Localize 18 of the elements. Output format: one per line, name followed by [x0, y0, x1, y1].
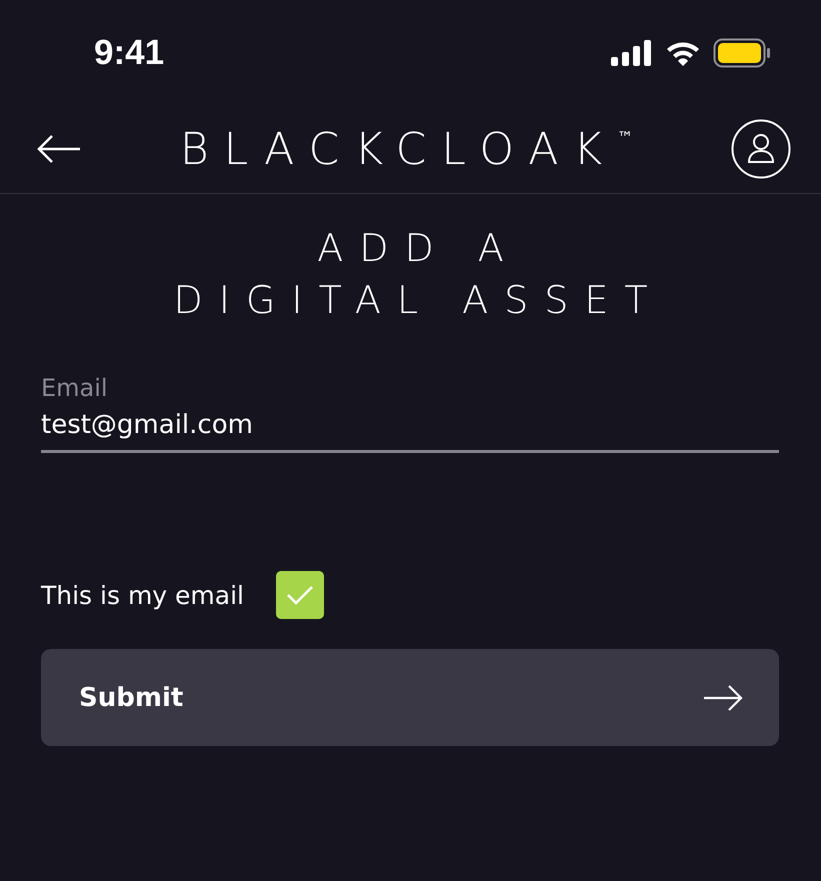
- page-title: ADD A: [316, 225, 520, 272]
- logo-text: BLACKCLOAK: [180, 124, 618, 174]
- page-title: DIGITAL ASSET: [172, 277, 664, 324]
- check-icon: [286, 584, 314, 606]
- field-label: Email: [41, 374, 109, 402]
- checkbox-label: This is my email: [41, 580, 244, 610]
- submit-button[interactable]: Submit: [41, 649, 779, 746]
- signal-icon: [611, 40, 653, 66]
- arrow-right-icon: [703, 684, 743, 712]
- battery-icon: [713, 38, 771, 68]
- email-field[interactable]: Email test@gmail.com: [41, 374, 779, 453]
- field-value: test@gmail.com: [41, 410, 254, 440]
- profile-icon[interactable]: [731, 119, 791, 179]
- wifi-icon: [665, 40, 701, 66]
- status-time: 9:41: [94, 32, 164, 72]
- back-arrow-icon[interactable]: [36, 134, 82, 164]
- checkbox[interactable]: [276, 571, 324, 619]
- trademark-mark: ™: [617, 128, 634, 146]
